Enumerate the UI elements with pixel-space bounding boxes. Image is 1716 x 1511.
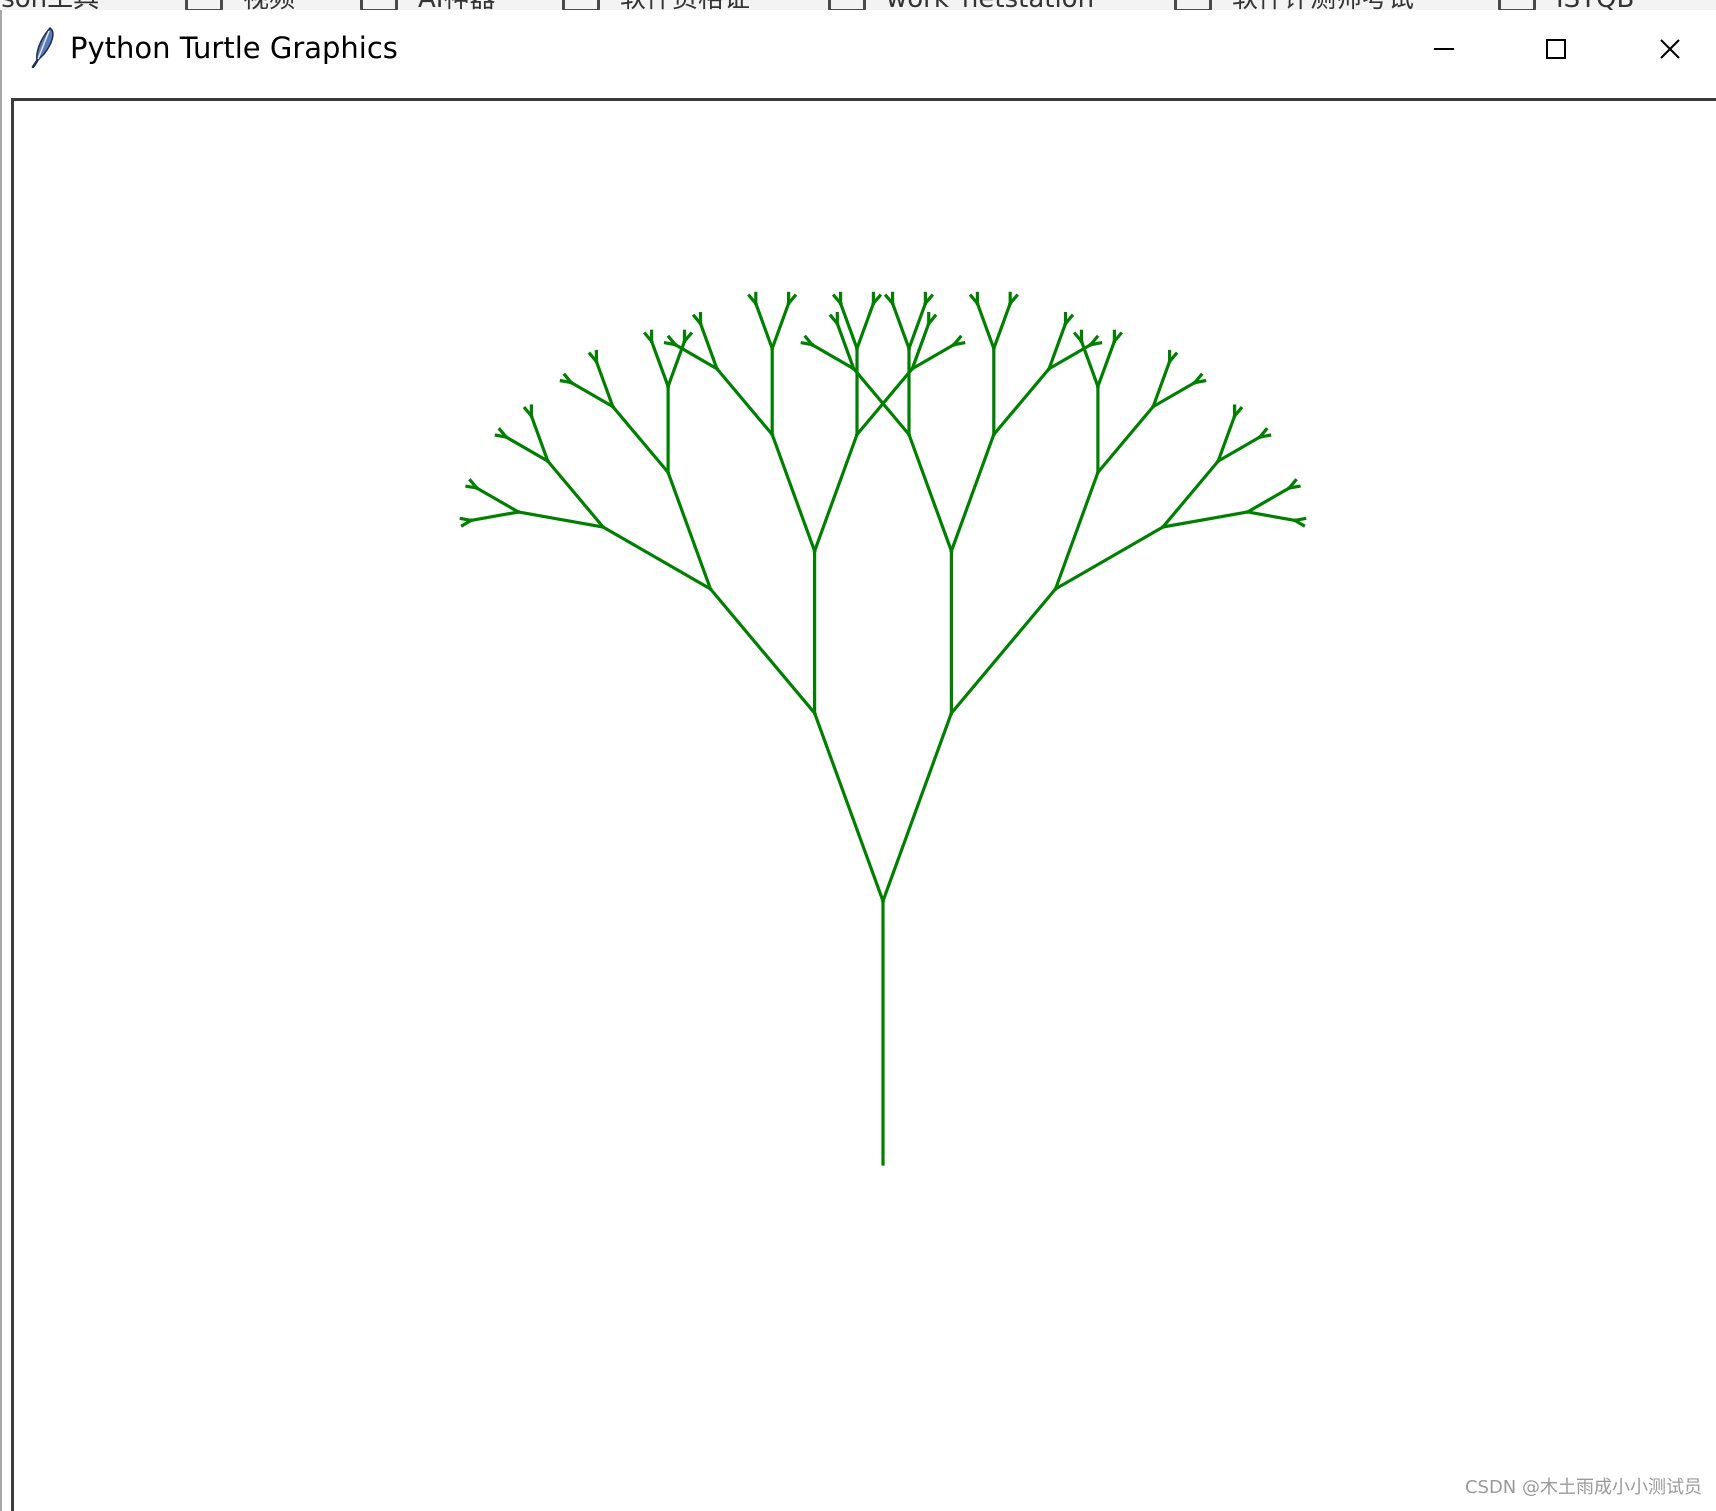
tree-branch: [666, 470, 713, 592]
turtle-canvas[interactable]: [11, 98, 1716, 1511]
tree-branch: [854, 366, 915, 437]
fractal-tree-drawing: [459, 291, 1307, 1166]
tree-branch: [851, 366, 912, 437]
feather-icon: [28, 26, 58, 69]
window-title: Python Turtle Graphics: [70, 31, 398, 65]
tree-branch: [1245, 485, 1292, 515]
tree-branch: [906, 432, 954, 554]
tree-branch: [854, 301, 876, 351]
tree-branch: [949, 586, 1058, 716]
tree-branch: [1088, 341, 1103, 347]
tree-branch: [770, 432, 817, 554]
tree-branch: [1079, 339, 1100, 389]
tree-branch: [952, 341, 966, 347]
turtle-window: Python Turtle Graphics: [0, 10, 1716, 1511]
tree-branch: [1192, 378, 1207, 385]
close-icon: [1659, 38, 1681, 60]
tree-branch: [1245, 510, 1297, 523]
tree-branch: [649, 339, 671, 389]
tree-branch: [991, 301, 1013, 351]
screen: json工具 视频 AI神器 软件资格证 work_netstation 软件评…: [0, 0, 1716, 1511]
minimize-icon: [1433, 38, 1455, 60]
title-bar[interactable]: Python Turtle Graphics: [2, 10, 1716, 88]
tree-branch: [1095, 339, 1117, 389]
watermark: CSDN @木土雨成小小测试员: [1464, 1477, 1702, 1498]
close-button[interactable]: [1614, 10, 1716, 88]
tree-branch: [600, 524, 713, 592]
maximize-icon: [1545, 38, 1567, 60]
tree-branch: [975, 301, 996, 351]
tree-branch: [753, 301, 775, 351]
tree-branch: [812, 711, 886, 904]
tree-branch: [708, 586, 817, 716]
tree-branch: [949, 432, 996, 554]
tree-branch: [459, 516, 473, 523]
tree-branch: [1257, 433, 1272, 439]
tree-branch: [890, 301, 912, 351]
tree-branch: [1287, 484, 1301, 490]
tree-branch: [610, 404, 671, 475]
tree-branch: [1095, 404, 1156, 475]
tree-branch: [1053, 470, 1100, 592]
tree-branch: [1053, 524, 1166, 592]
tree-branch: [991, 366, 1052, 437]
tree-branch: [474, 485, 521, 515]
maximize-button[interactable]: [1500, 10, 1612, 88]
tree-branch: [812, 432, 860, 554]
tree-branch: [880, 711, 954, 904]
tree-branch: [714, 366, 775, 437]
tree-branch: [1292, 518, 1306, 528]
minimize-button[interactable]: [1388, 10, 1500, 88]
tree-branch: [469, 510, 521, 523]
tree-branch: [770, 301, 791, 351]
